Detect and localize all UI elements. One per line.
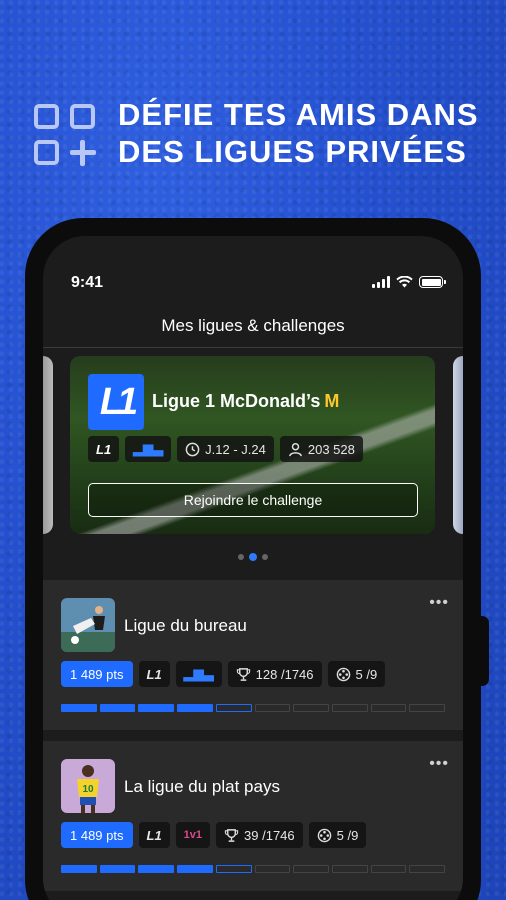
podium-chip: ▂▆▃ [175, 661, 222, 687]
rounds-chip: J.12 - J.24 [177, 436, 274, 462]
progress-segment [99, 865, 136, 873]
progress-segment [61, 704, 97, 712]
phone-frame: 9:41 Mes ligues & challenges L1 Ligue 1 … [25, 218, 489, 900]
progress-segment [61, 865, 97, 873]
progress-segment [99, 704, 136, 712]
l1-chip: L1 [138, 661, 170, 687]
progress-segment [138, 865, 175, 873]
challenge-name-text: Ligue 1 McDonald’s [152, 391, 321, 411]
progress-segment [215, 704, 252, 712]
l1-chip: L1 [138, 822, 170, 848]
film-reel-icon [317, 828, 331, 842]
add-grid-icon [34, 104, 96, 166]
carousel-prev-card[interactable] [43, 356, 53, 534]
progress-segment [177, 865, 213, 873]
hero-title-line-1: Défie tes amis dans [118, 97, 479, 132]
l1-chip-text: L1 [146, 666, 162, 682]
progress-segment [331, 865, 368, 873]
league-card-plat-pays[interactable]: 10 La ligue du plat pays ••• 1 489 pts L… [43, 741, 463, 891]
more-options-icon[interactable]: ••• [429, 755, 449, 773]
l1-chip-text: L1 [146, 827, 162, 843]
status-bar: 9:41 [43, 274, 463, 294]
reels-chip: 5 /9 [308, 822, 367, 848]
carousel-pagination [43, 553, 463, 561]
film-reel-icon [336, 667, 350, 681]
players-chip: 203 528 [279, 436, 363, 462]
rank-chip: 128 /1746 [227, 661, 322, 687]
phone-screen: 9:41 Mes ligues & challenges L1 Ligue 1 … [43, 236, 463, 900]
carousel-next-card[interactable] [453, 356, 463, 534]
progress-segment [254, 704, 291, 712]
challenge-name: Ligue 1 McDonald’s M [152, 391, 339, 412]
league-avatar [61, 598, 115, 652]
more-options-icon[interactable]: ••• [429, 594, 449, 612]
ligue1-logo: L1 [88, 374, 144, 430]
carousel-dot[interactable] [262, 554, 268, 560]
progress-segment [409, 865, 446, 873]
page-title: Mes ligues & challenges [161, 316, 345, 335]
trophy-icon [224, 828, 239, 842]
rank-text: 128 /1746 [255, 666, 314, 682]
progress-segment [293, 704, 329, 712]
progress-segment [331, 704, 368, 712]
status-icons [372, 276, 446, 288]
title-divider [43, 347, 463, 348]
l1-chip: L1 [88, 436, 120, 462]
trophy-icon [236, 667, 250, 681]
user-icon [289, 442, 302, 456]
league-name: Ligue du bureau [124, 616, 247, 635]
challenge-card-ligue1[interactable]: L1 Ligue 1 McDonald’s M L1 ▂▆▃ J.12 - J.2… [70, 356, 435, 534]
challenge-carousel[interactable]: L1 Ligue 1 McDonald’s M L1 ▂▆▃ J.12 - J.2… [43, 356, 463, 536]
status-time: 9:41 [71, 274, 104, 291]
progress-segment [138, 704, 175, 712]
points-badge: 1 489 pts [61, 822, 133, 848]
reels-text: 5 /9 [336, 827, 359, 843]
battery-icon [419, 276, 446, 288]
progress-segment [177, 704, 213, 712]
league-avatar: 10 [61, 759, 115, 813]
wifi-icon [396, 276, 413, 288]
players-count: 203 528 [307, 441, 355, 457]
progress-segment [370, 865, 407, 873]
hero-title: Défie tes amis dans des ligues privées [118, 96, 479, 170]
l1-chip-text: L1 [96, 441, 112, 457]
challenge-chips: L1 ▂▆▃ J.12 - J.24 203 528 [88, 436, 363, 462]
league-card-bureau[interactable]: Ligue du bureau ••• 1 489 pts L1 ▂▆▃ 128… [43, 580, 463, 730]
reels-chip: 5 /9 [327, 661, 386, 687]
hero-title-line-2: des ligues privées [118, 134, 467, 169]
join-challenge-button[interactable]: Rejoindre le challenge [88, 483, 418, 517]
rounds-text: J.12 - J.24 [205, 441, 266, 457]
podium-icon: ▂▆▃ [133, 441, 164, 456]
progress-segment [293, 865, 329, 873]
progress-segment [215, 865, 252, 873]
carousel-dot-active[interactable] [249, 553, 257, 561]
podium-chip: ▂▆▃ [125, 436, 172, 462]
league-chips: 1 489 pts L1 1v1 39 /1746 5 /9 [61, 822, 367, 848]
league-chips: 1 489 pts L1 ▂▆▃ 128 /1746 5 /9 [61, 661, 386, 687]
versus-icon: 1v1 [183, 829, 203, 841]
league-progress [61, 704, 446, 712]
clock-icon [185, 442, 200, 456]
mcdonalds-logo-icon: M [324, 391, 340, 411]
podium-icon: ▂▆▃ [183, 666, 214, 681]
phone-side-button [475, 616, 489, 686]
svg-text:10: 10 [82, 784, 94, 795]
versus-chip: 1v1 [175, 822, 211, 848]
progress-segment [409, 704, 446, 712]
league-progress [61, 865, 446, 873]
reels-text: 5 /9 [355, 666, 378, 682]
hero-banner: Défie tes amis dans des ligues privées [34, 96, 479, 170]
rank-chip: 39 /1746 [216, 822, 303, 848]
progress-segment [370, 704, 407, 712]
signal-icon [372, 276, 390, 288]
carousel-dot[interactable] [238, 554, 244, 560]
league-name: La ligue du plat pays [124, 777, 280, 796]
points-badge: 1 489 pts [61, 661, 133, 687]
progress-segment [254, 865, 291, 873]
rank-text: 39 /1746 [244, 827, 295, 843]
